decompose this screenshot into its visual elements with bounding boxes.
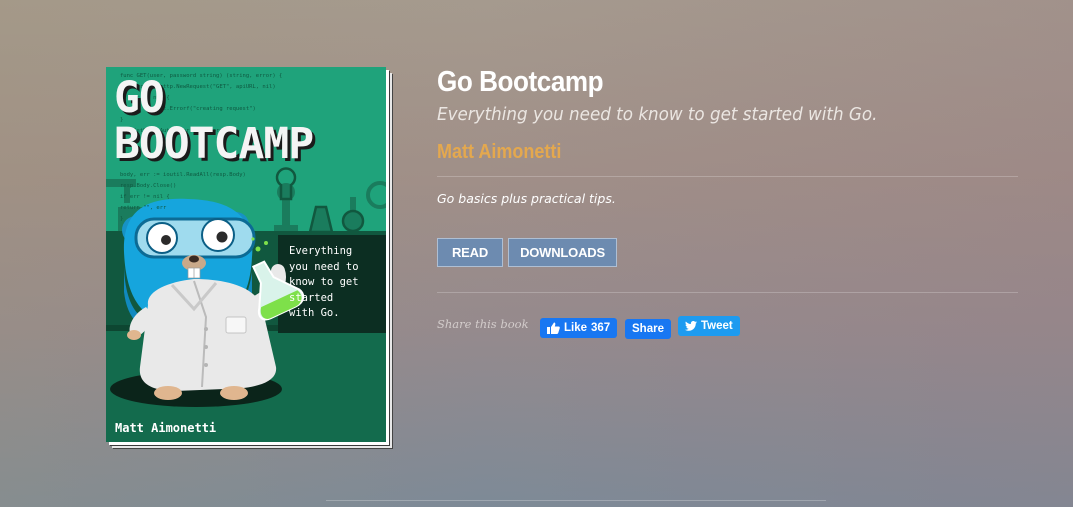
code-line: resp.Body.Close(): [120, 183, 176, 189]
facebook-like-button[interactable]: Like 367: [540, 318, 618, 338]
divider: [437, 176, 1018, 177]
book-description: Go basics plus practical tips.: [437, 191, 616, 206]
tweet-label: Tweet: [701, 320, 733, 332]
book-subtitle: Everything you need to know to get start…: [437, 104, 878, 125]
like-count: 367: [591, 322, 611, 334]
thumbs-up-icon: [547, 322, 560, 334]
cover-blurb: Everything you need to know to get start…: [289, 245, 359, 319]
share-label: Share this book: [437, 317, 529, 331]
code-line: return "", err: [120, 205, 167, 211]
tweet-button[interactable]: Tweet: [678, 316, 740, 336]
cover-author: Matt Aimonetti: [115, 421, 217, 435]
facebook-share-button[interactable]: Share: [625, 319, 671, 339]
code-line: }: [120, 216, 123, 222]
read-button[interactable]: READ: [437, 238, 503, 267]
divider: [437, 292, 1018, 293]
gopher-illustration: [122, 198, 286, 400]
like-label: Like: [564, 322, 588, 334]
book-cover[interactable]: func GET(user, password string) (string,…: [106, 67, 386, 442]
book-author[interactable]: Matt Aimonetti: [437, 141, 561, 164]
code-line: if err != nil {: [120, 194, 170, 200]
twitter-bird-icon: [685, 321, 697, 331]
cover-title: GO BOOTCAMP: [114, 73, 314, 169]
footer-divider: [326, 500, 826, 501]
book-title: Go Bootcamp: [437, 66, 604, 98]
code-line: body, err := ioutil.ReadAll(resp.Body): [120, 172, 246, 178]
downloads-button[interactable]: DOWNLOADS: [508, 238, 617, 267]
